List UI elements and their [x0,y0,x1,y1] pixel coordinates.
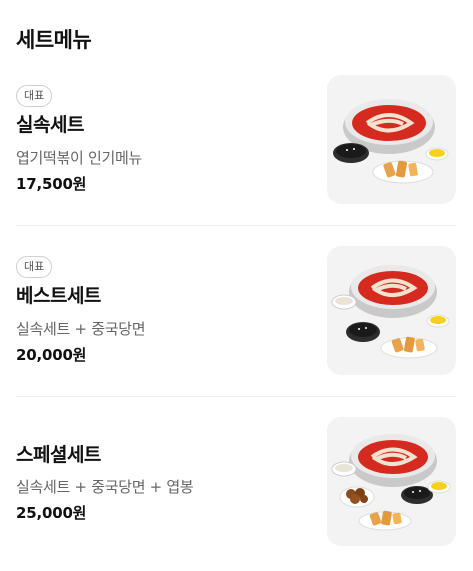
item-price: 17,500원 [16,175,87,193]
tteokbokki-set-photo [327,246,456,375]
item-name: 실속세트 [16,114,84,136]
menu-item-special-set[interactable]: 스페셜세트 실속세트 + 중국당면 + 엽봉 25,000원 [0,414,473,571]
item-price: 20,000원 [16,346,87,364]
item-description: 실속세트 + 중국당면 + 엽봉 [16,478,194,496]
item-price: 25,000원 [16,504,87,522]
item-description: 엽기떡볶이 인기메뉴 [16,149,142,167]
section-title: 세트메뉴 [16,28,92,52]
item-name: 스페셜세트 [16,444,101,466]
divider [16,225,456,226]
menu-item-best-set[interactable]: 대표 베스트세트 실속세트 + 중국당면 20,000원 [0,243,473,413]
item-description: 실속세트 + 중국당면 [16,320,146,338]
tteokbokki-set-photo [327,75,456,204]
representative-badge: 대표 [16,256,53,278]
menu-item-silsok-set[interactable]: 대표 실속세트 엽기떡볶이 인기메뉴 17,500원 [0,72,473,242]
item-name: 베스트세트 [16,285,101,307]
divider [16,396,456,397]
tteokbokki-set-photo [327,417,456,546]
representative-badge: 대표 [16,85,53,107]
